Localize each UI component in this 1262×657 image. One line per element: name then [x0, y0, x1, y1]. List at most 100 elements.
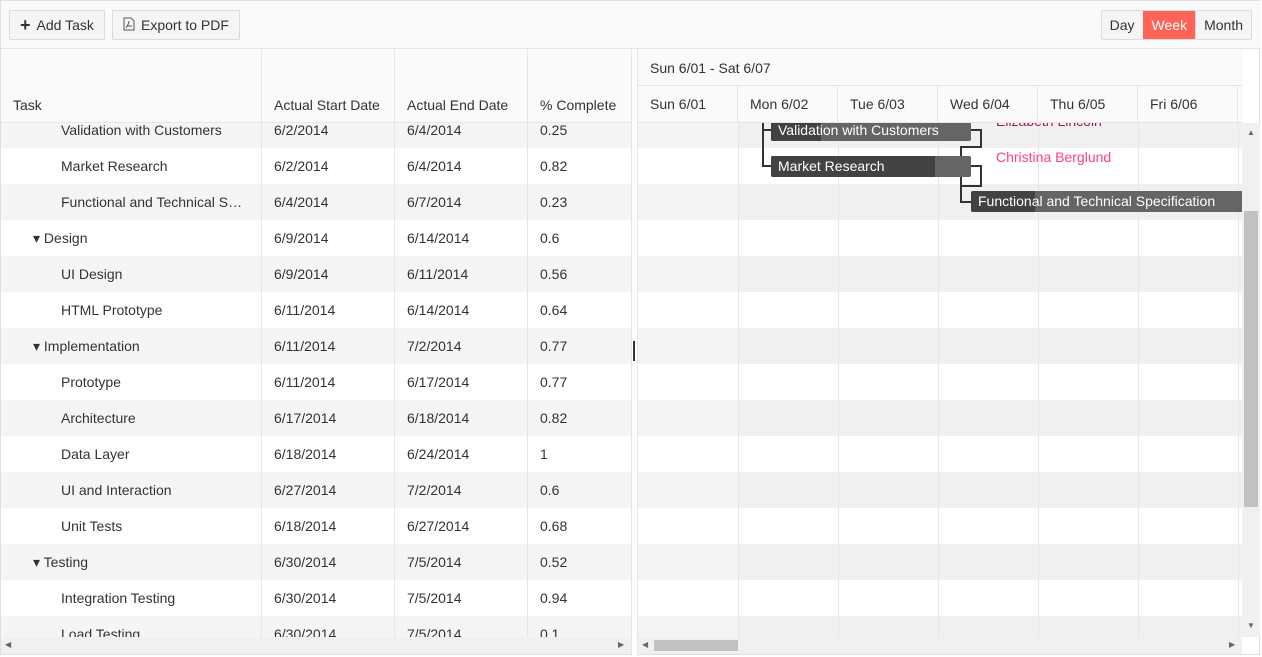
cell-end: 6/7/2014: [395, 184, 528, 220]
cell-task: ▾ Design: [1, 220, 262, 256]
cell-end: 7/2/2014: [395, 328, 528, 364]
day-header: Wed 6/04: [938, 86, 1038, 122]
cell-pct: 0.82: [540, 158, 568, 174]
task-grid: Validation with Customers 6/2/2014 6/4/201…: [1, 123, 631, 637]
pane-splitter[interactable]: [631, 49, 638, 656]
cell-end: 6/14/2014: [395, 292, 528, 328]
cell-task: Prototype: [1, 364, 262, 400]
task-name: Functional and Technical Specification: [61, 194, 261, 210]
cell-start: 6/11/2014: [262, 292, 395, 328]
table-row[interactable]: Prototype 6/11/2014 6/17/2014 0.77: [1, 364, 631, 400]
week-label: Sun 6/01 - Sat 6/07: [638, 49, 1243, 86]
table-row[interactable]: ▾ Design 6/9/2014 6/14/2014 0.6: [1, 220, 631, 256]
cell-start: 6/17/2014: [262, 400, 395, 436]
cell-start: 6/30/2014: [262, 580, 395, 616]
table-row[interactable]: Data Layer 6/18/2014 6/24/2014 1: [1, 436, 631, 472]
table-row[interactable]: Validation with Customers 6/2/2014 6/4/201…: [1, 123, 631, 148]
view-week-button[interactable]: Week: [1142, 11, 1196, 39]
gantt-widget: + Add Task Export to PDF Day Week Month …: [0, 0, 1261, 656]
cell-start: 6/18/2014: [262, 436, 395, 472]
table-row[interactable]: ▾ Implementation 6/11/2014 7/2/2014 0.77: [1, 328, 631, 364]
task-name: UI Design: [61, 266, 123, 282]
table-row[interactable]: Unit Tests 6/18/2014 6/27/2014 0.68: [1, 508, 631, 544]
cell-start: 6/30/2014: [262, 616, 395, 637]
task-name: Architecture: [61, 410, 136, 426]
task-name: Prototype: [61, 374, 121, 390]
task-bar[interactable]: Validation with Customers: [771, 123, 971, 141]
view-switcher: Day Week Month: [1100, 10, 1252, 40]
cell-pct: 0.6: [540, 230, 560, 246]
scroll-down-icon[interactable]: ▼: [1247, 621, 1255, 630]
cell-start: 6/11/2014: [262, 364, 395, 400]
resource-label: Christina Berglund: [996, 149, 1112, 165]
table-row[interactable]: ▾ Testing 6/30/2014 7/5/2014 0.52: [1, 544, 631, 580]
collapse-icon[interactable]: ▾: [33, 554, 44, 570]
cell-task: Validation with Customers: [1, 123, 262, 148]
add-task-button[interactable]: + Add Task: [9, 10, 105, 40]
collapse-icon[interactable]: ▾: [33, 230, 44, 246]
cell-start: 6/9/2014: [262, 220, 395, 256]
view-month-button[interactable]: Month: [1195, 11, 1251, 39]
cell-end: 7/2/2014: [395, 472, 528, 508]
cell-task: UI Design: [1, 256, 262, 292]
export-pdf-label: Export to PDF: [141, 17, 229, 33]
plus-icon: +: [20, 15, 31, 35]
table-row[interactable]: HTML Prototype 6/11/2014 6/14/2014 0.64: [1, 292, 631, 328]
task-bar[interactable]: Functional and Technical Specification: [971, 191, 1242, 212]
cell-start: 6/30/2014: [262, 544, 395, 580]
cell-end: 6/27/2014: [395, 508, 528, 544]
view-day-button[interactable]: Day: [1101, 11, 1143, 39]
task-name: Design: [43, 230, 88, 246]
cell-start: 6/11/2014: [262, 328, 395, 364]
column-header-complete[interactable]: % Complete: [528, 49, 631, 123]
cell-task: Functional and Technical Specification: [1, 184, 262, 220]
table-row[interactable]: Market Research 6/2/2014 6/4/2014 0.82: [1, 148, 631, 184]
cell-end: 7/5/2014: [395, 580, 528, 616]
task-name: Implementation: [43, 338, 140, 354]
task-bar-label: Market Research: [778, 158, 885, 174]
task-name: Testing: [43, 554, 89, 570]
task-bar[interactable]: Market Research: [771, 156, 971, 177]
scroll-left-icon[interactable]: ◀: [642, 640, 648, 649]
cell-task: Integration Testing: [1, 580, 262, 616]
task-name: Integration Testing: [61, 590, 176, 606]
task-bar-label: Validation with Customers: [778, 123, 939, 138]
scroll-left-icon[interactable]: ◀: [5, 640, 11, 649]
vertical-scroll-thumb[interactable]: [1244, 211, 1258, 507]
collapse-icon[interactable]: ▾: [33, 338, 44, 354]
column-header-start[interactable]: Actual Start Date: [262, 49, 395, 123]
table-row[interactable]: Load Testing 6/30/2014 7/5/2014 0.1: [1, 616, 631, 637]
table-row[interactable]: Integration Testing 6/30/2014 7/5/2014 0.94: [1, 580, 631, 616]
task-bar-label: Functional and Technical Specification: [978, 193, 1216, 209]
cell-task: ▾ Testing: [1, 544, 262, 580]
cell-pct: 0.77: [540, 374, 568, 390]
horizontal-scroll-thumb[interactable]: [654, 640, 738, 651]
cell-pct: 0.1: [540, 626, 560, 637]
table-row[interactable]: UI and Interaction 6/27/2014 7/2/2014 0.6: [1, 472, 631, 508]
cell-task: UI and Interaction: [1, 472, 262, 508]
cell-task: Data Layer: [1, 436, 262, 472]
task-name: Unit Tests: [61, 518, 123, 534]
pdf-icon: [123, 17, 135, 34]
vertical-scrollbar[interactable]: ▲ ▼: [1242, 123, 1260, 637]
export-pdf-button[interactable]: Export to PDF: [112, 10, 240, 40]
scroll-up-icon[interactable]: ▲: [1247, 128, 1255, 137]
cell-pct: 1: [540, 446, 548, 462]
cell-start: 6/4/2014: [262, 184, 395, 220]
cell-pct: 0.6: [540, 482, 560, 498]
cell-task: Load Testing: [1, 616, 262, 637]
grid-horizontal-scrollbar[interactable]: ◀ ▶: [1, 637, 631, 654]
timeline-horizontal-scrollbar[interactable]: ◀ ▶: [638, 637, 1242, 654]
table-row[interactable]: UI Design 6/9/2014 6/11/2014 0.56: [1, 256, 631, 292]
column-header-end[interactable]: Actual End Date: [395, 49, 528, 123]
cell-end: 6/18/2014: [395, 400, 528, 436]
scroll-right-icon[interactable]: ▶: [1229, 640, 1235, 649]
column-header-task[interactable]: Task: [1, 49, 262, 123]
table-row[interactable]: Architecture 6/17/2014 6/18/2014 0.82: [1, 400, 631, 436]
cell-pct: 0.25: [540, 123, 568, 138]
table-row[interactable]: Functional and Technical Specification6/…: [1, 184, 631, 220]
gantt-timeline: Validation with Customers Market Research…: [638, 123, 1242, 637]
scroll-right-icon[interactable]: ▶: [618, 640, 624, 649]
day-header: Fri 6/06: [1138, 86, 1238, 122]
cell-pct: 0.23: [540, 194, 568, 210]
